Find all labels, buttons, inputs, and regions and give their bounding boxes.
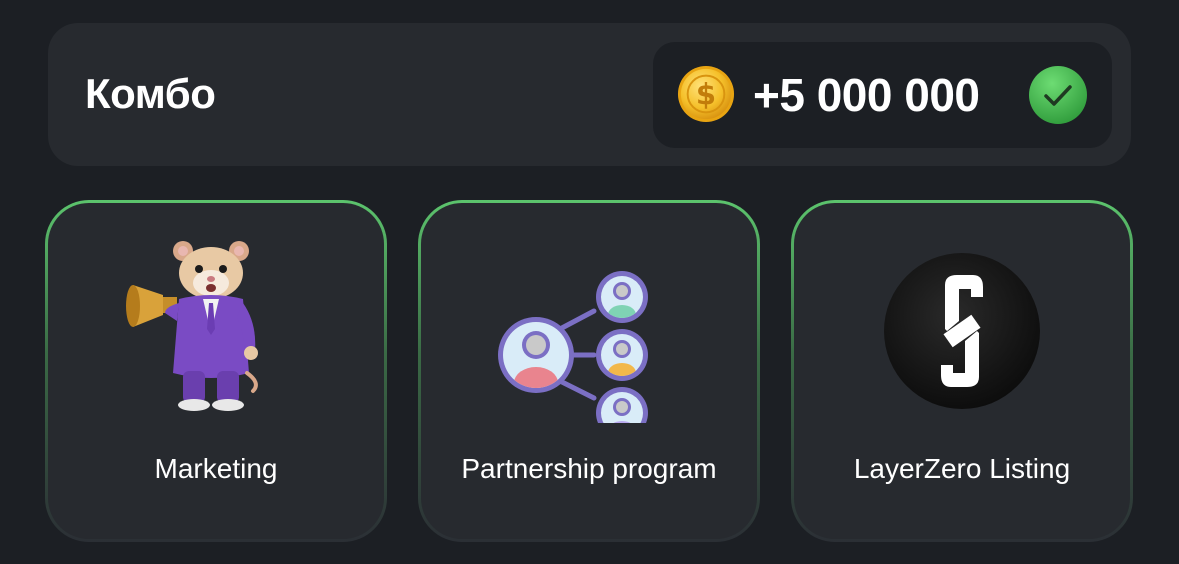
check-circle-icon [1029, 66, 1087, 124]
combo-title: Комбо [85, 70, 216, 117]
combo-card-partnership[interactable]: Partnership program [418, 200, 760, 542]
partnership-network-image [498, 271, 648, 423]
card-label: Marketing [154, 453, 278, 484]
combo-header: Комбо $ +5 000 000 [48, 23, 1131, 166]
hamster-megaphone-image [126, 241, 258, 411]
combo-card-marketing[interactable]: Marketing [45, 200, 387, 542]
combo-reward: $ +5 000 000 [653, 42, 1112, 148]
card-label: Partnership program [461, 453, 717, 484]
combo-card-layerzero[interactable]: LayerZero Listing [791, 200, 1133, 542]
coin-dollar-icon: $ [677, 65, 735, 123]
reward-amount: +5 000 000 [753, 69, 980, 121]
layerzero-logo-image [884, 253, 1040, 409]
svg-text:$: $ [696, 78, 716, 112]
card-label: LayerZero Listing [853, 453, 1071, 484]
